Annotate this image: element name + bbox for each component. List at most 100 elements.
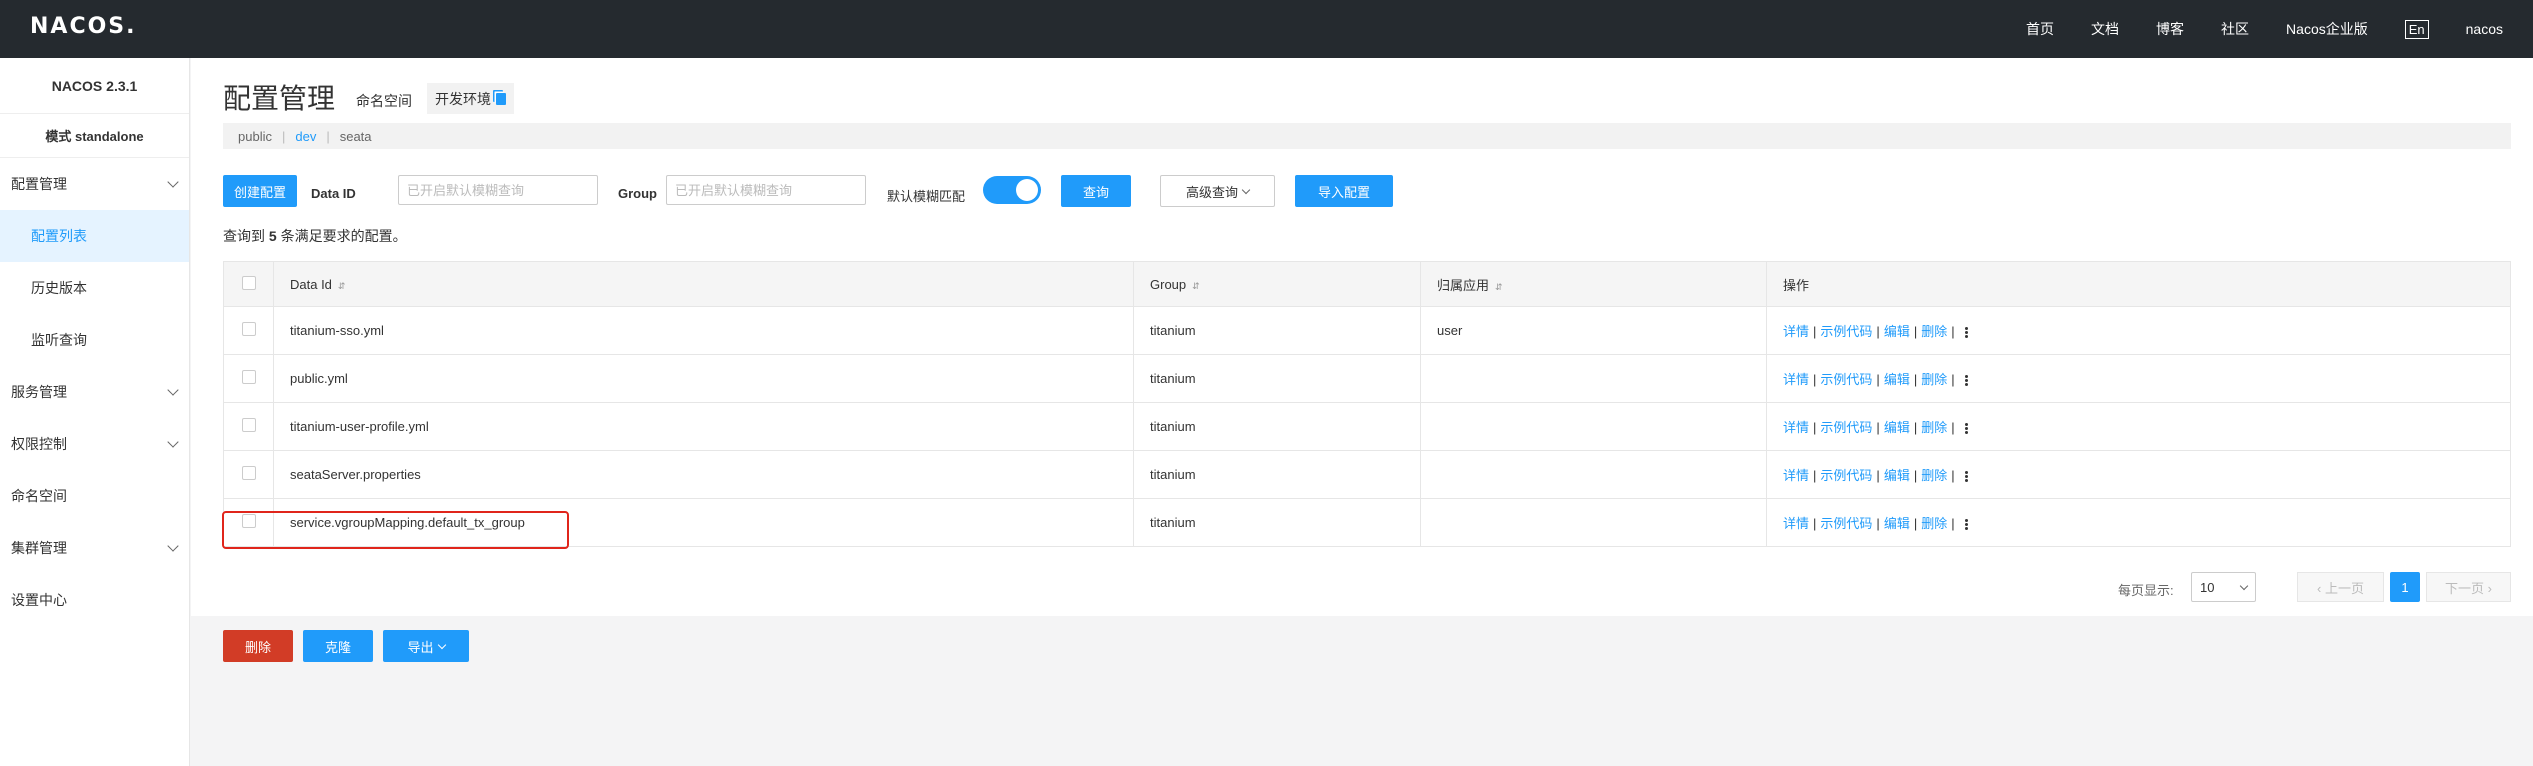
more-icon[interactable]: [1964, 422, 1969, 435]
divider: |: [1951, 324, 1955, 339]
group-input[interactable]: [666, 175, 866, 205]
sort-icon[interactable]: ⇵: [1495, 282, 1503, 292]
batch-delete-button[interactable]: 删除: [223, 630, 293, 662]
edit-link[interactable]: 编辑: [1884, 372, 1910, 387]
cell-ops: 详情 | 示例代码 | 编辑 | 删除 |: [1766, 498, 2511, 547]
divider: |: [1813, 372, 1817, 387]
sample-code-link[interactable]: 示例代码: [1820, 468, 1872, 483]
row-checkbox[interactable]: [242, 370, 256, 384]
sidebar-item-settings-label: 设置中心: [11, 592, 67, 608]
user-menu[interactable]: nacos: [2466, 21, 2503, 37]
nav-enterprise[interactable]: Nacos企业版: [2286, 19, 2368, 39]
next-page-button[interactable]: 下一页 ›: [2426, 572, 2511, 602]
edit-link[interactable]: 编辑: [1884, 516, 1910, 531]
sidebar-item-config-list[interactable]: 配置列表: [0, 210, 189, 262]
chevron-down-icon: [167, 436, 179, 448]
result-prefix: 查询到: [223, 228, 265, 244]
edit-link[interactable]: 编辑: [1884, 420, 1910, 435]
row-checkbox-cell: [223, 354, 274, 403]
namespace-dev[interactable]: dev: [295, 129, 316, 144]
more-icon[interactable]: [1964, 470, 1969, 483]
namespace-bar: public | dev | seata: [223, 123, 2511, 149]
edit-link[interactable]: 编辑: [1884, 324, 1910, 339]
divider: |: [1813, 468, 1817, 483]
result-count: 5: [268, 228, 277, 244]
advanced-query-label: 高级查询: [1185, 184, 1238, 200]
divider: |: [1876, 372, 1880, 387]
namespace-public[interactable]: public: [238, 129, 272, 144]
sample-code-link[interactable]: 示例代码: [1820, 372, 1872, 387]
advanced-query-button[interactable]: 高级查询: [1160, 175, 1275, 207]
nav-blog[interactable]: 博客: [2156, 19, 2184, 39]
sample-code-link[interactable]: 示例代码: [1820, 516, 1872, 531]
sidebar-item-listener[interactable]: 监听查询: [0, 314, 189, 366]
detail-link[interactable]: 详情: [1783, 516, 1809, 531]
nav-docs[interactable]: 文档: [2091, 19, 2119, 39]
fuzzy-match-toggle[interactable]: [983, 176, 1041, 204]
sidebar-group-config[interactable]: 配置管理: [0, 158, 189, 210]
mode-label: 模式 standalone: [0, 114, 189, 158]
header-ops: 操作: [1766, 261, 2511, 307]
language-toggle[interactable]: En: [2404, 19, 2429, 39]
sidebar-item-settings[interactable]: 设置中心: [0, 574, 189, 626]
divider: |: [1913, 516, 1918, 531]
more-icon[interactable]: [1964, 326, 1969, 339]
more-icon[interactable]: [1964, 518, 1969, 531]
chevron-down-icon: [167, 540, 179, 552]
nav-community[interactable]: 社区: [2221, 19, 2249, 39]
detail-link[interactable]: 详情: [1783, 468, 1809, 483]
header-data-id[interactable]: Data Id ⇵: [273, 261, 1134, 307]
edit-link[interactable]: 编辑: [1884, 468, 1910, 483]
sample-code-link[interactable]: 示例代码: [1820, 324, 1872, 339]
table-row: seataServer.properties titanium 详情 | 示例代码 | 编辑…: [223, 450, 2511, 499]
data-id-input[interactable]: [398, 175, 598, 205]
row-checkbox[interactable]: [242, 418, 256, 432]
header-app[interactable]: 归属应用 ⇵: [1420, 261, 1767, 307]
query-button[interactable]: 查询: [1061, 175, 1131, 207]
page-1-button[interactable]: 1: [2390, 572, 2420, 602]
cell-app: [1420, 498, 1767, 547]
cell-data-id: titanium-sso.yml: [273, 306, 1134, 355]
clone-button[interactable]: 克隆: [303, 630, 373, 662]
detail-link[interactable]: 详情: [1783, 372, 1809, 387]
row-checkbox[interactable]: [242, 322, 256, 336]
row-checkbox[interactable]: [242, 466, 256, 480]
create-config-button[interactable]: 创建配置: [223, 175, 297, 207]
delete-link[interactable]: 删除: [1921, 372, 1947, 387]
sort-icon[interactable]: ⇵: [1192, 281, 1200, 291]
sidebar-group-cluster[interactable]: 集群管理: [0, 522, 189, 574]
delete-link[interactable]: 删除: [1921, 420, 1947, 435]
select-all-cell: [223, 261, 274, 307]
prev-page-button[interactable]: ‹ 上一页: [2297, 572, 2384, 602]
export-button[interactable]: 导出: [383, 630, 469, 662]
delete-link[interactable]: 删除: [1921, 468, 1947, 483]
select-all-checkbox[interactable]: [242, 275, 256, 290]
sort-icon[interactable]: ⇵: [338, 281, 346, 291]
sidebar-group-service[interactable]: 服务管理: [0, 366, 189, 418]
copy-icon[interactable]: [496, 92, 506, 105]
import-config-button[interactable]: 导入配置: [1295, 175, 1393, 207]
namespace-seata[interactable]: seata: [340, 129, 372, 144]
delete-link[interactable]: 删除: [1921, 516, 1947, 531]
sidebar-item-history[interactable]: 历史版本: [0, 262, 189, 314]
sidebar-group-cluster-label: 集群管理: [11, 540, 67, 556]
detail-link[interactable]: 详情: [1783, 420, 1809, 435]
nacos-logo[interactable]: NACOS.: [30, 14, 137, 39]
nav-home[interactable]: 首页: [2026, 19, 2054, 39]
cell-group: titanium: [1133, 306, 1421, 355]
sidebar-item-namespace[interactable]: 命名空间: [0, 470, 189, 522]
detail-link[interactable]: 详情: [1783, 324, 1809, 339]
delete-link[interactable]: 删除: [1921, 324, 1947, 339]
header-group[interactable]: Group ⇵: [1133, 261, 1421, 307]
divider: |: [1913, 372, 1918, 387]
top-nav: 首页 文档 博客 社区 Nacos企业版 En nacos: [1989, 0, 2503, 58]
sidebar-group-auth-label: 权限控制: [11, 436, 67, 452]
page-size-select[interactable]: 10: [2191, 572, 2256, 602]
sidebar-group-auth[interactable]: 权限控制: [0, 418, 189, 470]
cell-group: titanium: [1133, 498, 1421, 547]
cell-ops: 详情 | 示例代码 | 编辑 | 删除 |: [1766, 306, 2511, 355]
more-icon[interactable]: [1964, 374, 1969, 387]
sample-code-link[interactable]: 示例代码: [1820, 420, 1872, 435]
divider: |: [1813, 516, 1817, 531]
page-size-label: 每页显示:: [2118, 583, 2174, 598]
